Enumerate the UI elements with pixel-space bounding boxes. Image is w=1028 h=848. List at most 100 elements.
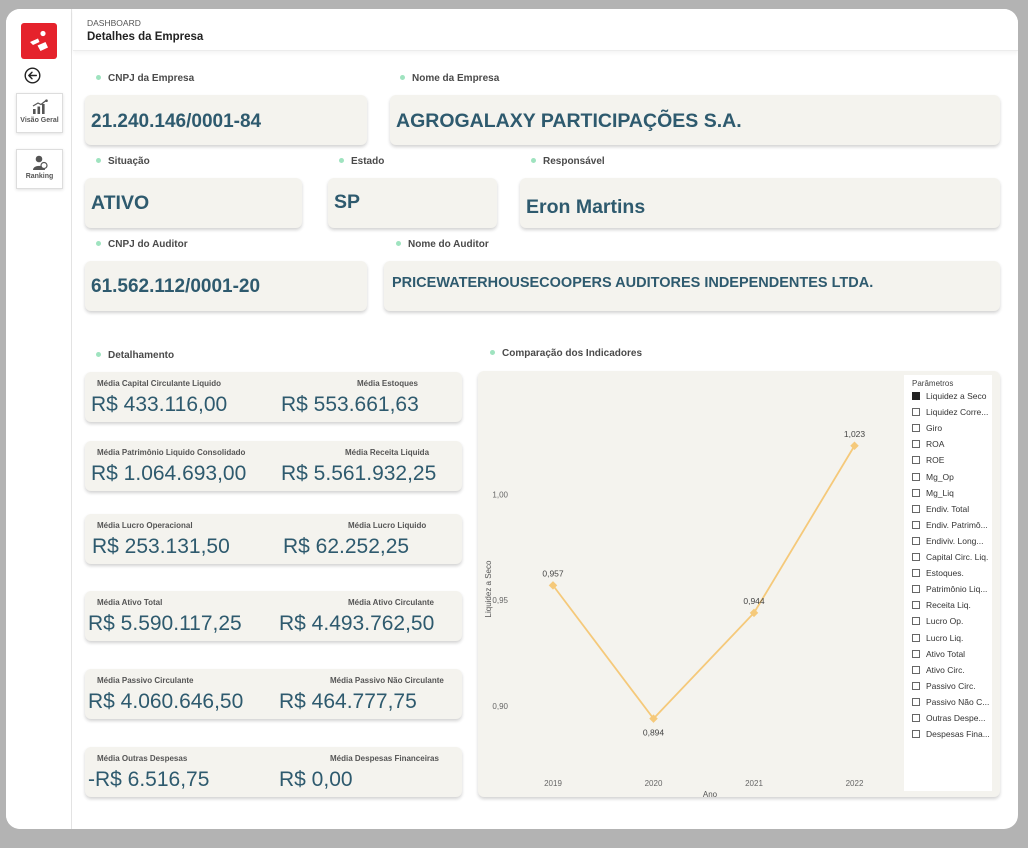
slicer-item-label: ROE xyxy=(926,455,945,466)
checkbox-icon[interactable] xyxy=(912,569,920,578)
estado-card: SP xyxy=(328,178,497,228)
slicer-item[interactable]: Lucro Op. xyxy=(912,616,963,626)
metric-label: Média Lucro Liquido xyxy=(348,521,427,530)
metric-label: Média Lucro Operacional xyxy=(97,521,193,530)
slicer-item[interactable]: Liquidez Corre... xyxy=(912,407,988,417)
x-axis-title: Ano xyxy=(703,790,718,797)
slicer-item-label: ROA xyxy=(926,439,945,450)
checkbox-icon[interactable] xyxy=(912,472,920,481)
checkbox-icon[interactable] xyxy=(912,714,920,722)
checkbox-icon[interactable] xyxy=(912,665,920,674)
nav-ranking-label: Ranking xyxy=(25,173,54,180)
checkbox-icon[interactable] xyxy=(912,633,920,642)
slicer-item-label: Outras Despe... xyxy=(926,713,986,723)
estado-value: SP xyxy=(334,191,361,213)
slicer-item[interactable]: ROA xyxy=(912,439,944,449)
metric-value: R$ 4.060.646,50 xyxy=(88,690,244,713)
slicer-item[interactable]: Receita Liq. xyxy=(912,600,971,610)
x-tick-label: 2019 xyxy=(544,779,562,788)
slicer-item-label: Capital Circ. Liq. xyxy=(926,552,989,562)
slicer-item-label: Passivo Não C... xyxy=(926,696,990,707)
checkbox-icon[interactable] xyxy=(912,649,920,658)
metric-value: R$ 464.777,75 xyxy=(279,690,417,713)
nome-auditor-value: PRICEWATERHOUSECOOPERS AUDITORES INDEPEN… xyxy=(392,275,874,291)
cnpj-auditor-value: 61.562.112/0001-20 xyxy=(91,276,261,297)
checkbox-icon[interactable] xyxy=(912,536,920,545)
slicer-item[interactable]: Passivo Não C... xyxy=(912,697,989,707)
back-arrow-icon[interactable] xyxy=(24,67,41,84)
estado-label: Estado xyxy=(339,156,384,167)
data-label: 0,944 xyxy=(743,596,765,606)
cnpj-label: CNPJ da Empresa xyxy=(96,73,194,84)
responsavel-card: Eron Martins xyxy=(520,178,1000,228)
checkbox-icon[interactable] xyxy=(912,617,920,626)
checkbox-icon[interactable] xyxy=(912,440,920,449)
metric-label: Média Ativo Total xyxy=(97,598,163,607)
metric-card: Média Lucro Operacional R$ 253.131,50 Mé… xyxy=(85,514,462,564)
slicer-item-label: Lucro Liq. xyxy=(926,632,964,643)
slicer-item[interactable]: Liquidez a Seco xyxy=(912,391,987,401)
slicer-item[interactable]: Mg_Op xyxy=(912,472,954,482)
checkbox-icon[interactable] xyxy=(912,553,920,561)
nav-ranking-button[interactable]: Ranking xyxy=(16,149,63,189)
slicer-item[interactable]: Endiv. Patrimô... xyxy=(912,520,988,530)
y-tick-label: 0,95 xyxy=(492,596,508,605)
slicer-item[interactable]: Lucro Liq. xyxy=(912,633,963,643)
checkbox-icon[interactable] xyxy=(912,601,920,610)
slicer-item[interactable]: Ativo Circ. xyxy=(912,665,965,675)
slicer-item[interactable]: Patrimônio Liq... xyxy=(912,584,987,594)
metric-label: Média Ativo Circulante xyxy=(348,598,434,607)
slicer-item[interactable]: Outras Despe... xyxy=(912,713,986,723)
slicer-item[interactable]: Ativo Total xyxy=(912,649,965,659)
slicer-item[interactable]: Giro xyxy=(912,423,942,433)
slicer-item[interactable]: Despesas Fina... xyxy=(912,729,990,739)
nav-visao-geral-button[interactable]: Visão Geral xyxy=(16,93,63,133)
slicer-item[interactable]: ROE xyxy=(912,455,944,465)
breadcrumb: DASHBOARD xyxy=(87,18,141,28)
checkbox-icon[interactable] xyxy=(912,730,920,739)
slicer-item-label: Receita Liq. xyxy=(926,600,971,611)
slicer-item[interactable]: Endiv. Total xyxy=(912,504,969,514)
checkbox-icon[interactable] xyxy=(912,585,920,594)
y-tick-label: 0,90 xyxy=(492,702,508,711)
nav-visao-geral-label: Visão Geral xyxy=(20,117,59,124)
checkbox-icon[interactable] xyxy=(912,697,920,706)
slicer-item[interactable]: Estoques. xyxy=(912,568,964,578)
metric-value: R$ 4.493.762,50 xyxy=(279,612,435,635)
slicer-item-label: Estoques. xyxy=(926,568,964,579)
slicer-item[interactable]: Capital Circ. Liq. xyxy=(912,552,988,562)
slicer-item[interactable]: Passivo Circ. xyxy=(912,681,976,691)
nome-empresa-label: Nome da Empresa xyxy=(400,73,499,84)
sidebar: Visão Geral Ranking xyxy=(6,9,72,829)
metric-label: Média Outras Despesas xyxy=(97,754,188,763)
slicer-item-label: Lucro Op. xyxy=(926,616,964,627)
nome-auditor-label: Nome do Auditor xyxy=(396,239,489,250)
slicer-item-label: Endiv. Patrimô... xyxy=(926,519,988,530)
metric-card: Média Passivo Circulante R$ 4.060.646,50… xyxy=(85,669,462,719)
parametros-slicer: Parâmetros Liquidez a Seco Liquidez Corre… xyxy=(904,375,992,791)
checkbox-icon[interactable] xyxy=(912,681,920,690)
slicer-item-label: Mg_Liq xyxy=(926,487,954,498)
metric-value: R$ 1.064.693,00 xyxy=(91,462,247,485)
series-line xyxy=(552,445,856,721)
metric-value: R$ 5.590.117,25 xyxy=(88,612,242,635)
metric-label: Média Passivo Circulante xyxy=(97,676,194,685)
checkbox-icon[interactable] xyxy=(912,488,920,497)
metric-card: Média Ativo Total R$ 5.590.117,25 Média … xyxy=(85,591,462,641)
checkbox-icon[interactable] xyxy=(912,520,920,529)
slicer-item-label: Ativo Total xyxy=(926,648,966,659)
x-tick-label: 2022 xyxy=(846,779,864,788)
nome-empresa-value: AGROGALAXY PARTICIPAÇÕES S.A. xyxy=(396,110,742,132)
checkbox-checked-icon[interactable] xyxy=(912,392,920,400)
checkbox-icon[interactable] xyxy=(912,456,920,465)
checkbox-icon[interactable] xyxy=(912,504,920,513)
checkbox-icon[interactable] xyxy=(912,408,920,417)
slicer-item-label: Ativo Circ. xyxy=(926,664,965,675)
metric-label: Média Despesas Financeiras xyxy=(330,754,439,763)
metric-label: Média Patrimônio Liquido Consolidado xyxy=(97,448,246,457)
slicer-item[interactable]: Mg_Liq xyxy=(912,488,954,498)
slicer-item[interactable]: Endiviv. Long... xyxy=(912,536,984,546)
metric-value: R$ 553.661,63 xyxy=(281,393,419,416)
cnpj-auditor-label: CNPJ do Auditor xyxy=(96,239,188,250)
checkbox-icon[interactable] xyxy=(912,424,920,433)
